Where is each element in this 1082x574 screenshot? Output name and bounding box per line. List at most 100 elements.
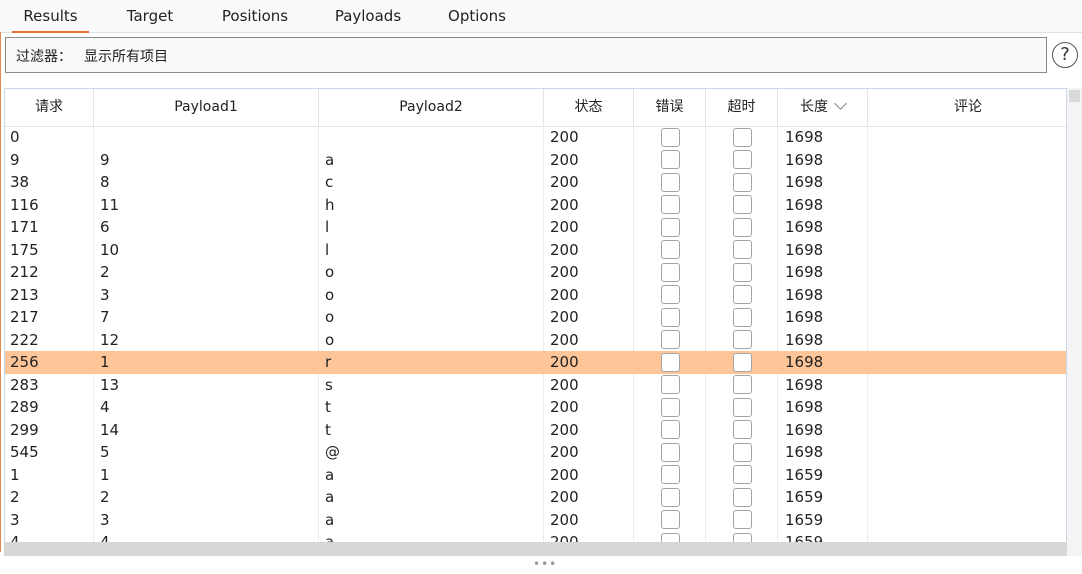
vertical-scrollbar[interactable]: [1067, 88, 1082, 556]
tab-payloads[interactable]: Payloads: [326, 0, 410, 32]
cell-payload2: c: [325, 173, 334, 191]
table-row[interactable]: 38 8 c 200 1698: [5, 171, 1066, 194]
error-checkbox[interactable]: [661, 195, 680, 214]
error-checkbox[interactable]: [661, 262, 680, 282]
help-icon[interactable]: ?: [1052, 42, 1078, 68]
table-row[interactable]: 299 14 t 200 1698: [5, 419, 1066, 442]
error-checkbox[interactable]: [661, 127, 680, 147]
timeout-checkbox[interactable]: [733, 487, 752, 507]
table-row[interactable]: 116 11 h 200 1698: [5, 194, 1066, 217]
cell-length: 1659: [785, 465, 824, 484]
error-checkbox[interactable]: [661, 397, 680, 417]
tab-options[interactable]: Options: [438, 0, 516, 32]
cell-request: 1: [10, 465, 20, 484]
table-row[interactable]: 0 200 1698: [5, 126, 1066, 149]
error-checkbox[interactable]: [661, 307, 680, 327]
cell-payload2: o: [325, 285, 335, 304]
cell-payload1: 1: [100, 465, 110, 484]
sort-descending-icon: [834, 97, 847, 110]
scroll-up-icon[interactable]: [1069, 90, 1080, 102]
error-checkbox[interactable]: [661, 375, 680, 394]
table-row[interactable]: 175 10 l 200 1698: [5, 239, 1066, 262]
error-checkbox[interactable]: [661, 352, 680, 372]
cell-length: 1698: [785, 128, 824, 146]
cell-payload1: 10: [100, 240, 120, 259]
table-row[interactable]: 217 7 o 200 1698: [5, 306, 1066, 329]
col-header-timeout[interactable]: 超时: [706, 89, 778, 126]
table-row[interactable]: 222 12 o 200 1698: [5, 329, 1066, 352]
timeout-checkbox[interactable]: [733, 240, 752, 259]
tab-target[interactable]: Target: [112, 0, 188, 32]
col-header-request[interactable]: 请求: [5, 89, 94, 126]
tab-results[interactable]: Results: [12, 0, 89, 33]
error-checkbox[interactable]: [661, 330, 680, 349]
timeout-checkbox[interactable]: [733, 352, 752, 372]
error-checkbox[interactable]: [661, 240, 680, 259]
timeout-checkbox[interactable]: [733, 262, 752, 282]
timeout-checkbox[interactable]: [733, 330, 752, 349]
cell-payload1: 6: [100, 218, 110, 236]
timeout-checkbox[interactable]: [733, 420, 752, 439]
cell-request: 545: [10, 443, 39, 461]
timeout-checkbox[interactable]: [733, 465, 752, 484]
col-header-comment[interactable]: 评论: [868, 89, 1066, 126]
resize-grip-icon[interactable]: •••: [533, 558, 557, 570]
col-header-payload1[interactable]: Payload1: [94, 89, 319, 126]
timeout-checkbox[interactable]: [733, 397, 752, 417]
table-row[interactable]: 256 1 r 200 1698: [5, 351, 1066, 374]
error-checkbox[interactable]: [661, 172, 680, 192]
cell-payload1: 14: [100, 420, 120, 439]
length-header-label: 长度: [800, 99, 828, 115]
error-checkbox[interactable]: [661, 510, 680, 529]
cell-payload2: s: [325, 375, 333, 394]
timeout-checkbox[interactable]: [733, 127, 752, 147]
timeout-checkbox[interactable]: [733, 375, 752, 394]
timeout-checkbox[interactable]: [733, 195, 752, 214]
table-row[interactable]: 9 9 a 200 1698: [5, 149, 1066, 172]
tab-positions[interactable]: Positions: [212, 0, 298, 32]
timeout-checkbox[interactable]: [733, 150, 752, 169]
cell-request: 283: [10, 375, 39, 394]
error-checkbox[interactable]: [661, 150, 680, 169]
panel-edge: [0, 32, 1, 552]
col-header-length[interactable]: 长度: [778, 89, 868, 126]
error-checkbox[interactable]: [661, 217, 680, 237]
error-checkbox[interactable]: [661, 487, 680, 507]
timeout-checkbox[interactable]: [733, 442, 752, 462]
cell-request: 299: [10, 420, 39, 439]
table-row[interactable]: 212 2 o 200 1698: [5, 261, 1066, 284]
timeout-checkbox[interactable]: [733, 172, 752, 192]
cell-request: 2: [10, 488, 20, 506]
table-row[interactable]: 1 1 a 200 1659: [5, 464, 1066, 487]
timeout-checkbox[interactable]: [733, 285, 752, 304]
table-row[interactable]: 289 4 t 200 1698: [5, 396, 1066, 419]
cell-status: 200: [550, 488, 579, 506]
cell-payload1: 2: [100, 263, 110, 281]
cell-status: 200: [550, 308, 579, 326]
cell-length: 1698: [785, 173, 824, 191]
col-header-error[interactable]: 错误: [634, 89, 706, 126]
col-header-payload2[interactable]: Payload2: [319, 89, 544, 126]
error-checkbox[interactable]: [661, 465, 680, 484]
table-row[interactable]: 2 2 a 200 1659: [5, 486, 1066, 509]
table-row[interactable]: 3 3 a 200 1659: [5, 509, 1066, 532]
error-checkbox[interactable]: [661, 420, 680, 439]
table-row[interactable]: 213 3 o 200 1698: [5, 284, 1066, 307]
table-row[interactable]: 171 6 l 200 1698: [5, 216, 1066, 239]
timeout-checkbox[interactable]: [733, 510, 752, 529]
table-row[interactable]: 283 13 s 200 1698: [5, 374, 1066, 397]
horizontal-scrollbar[interactable]: [4, 542, 1067, 556]
timeout-checkbox[interactable]: [733, 217, 752, 237]
cell-payload1: 5: [100, 443, 110, 461]
col-header-status[interactable]: 状态: [544, 89, 634, 126]
error-checkbox[interactable]: [661, 442, 680, 462]
filter-bar[interactable]: 过滤器： 显示所有项目: [5, 37, 1047, 73]
timeout-checkbox[interactable]: [733, 307, 752, 327]
tab-bar: Results Target Positions Payloads Option…: [0, 0, 1082, 33]
cell-request: 213: [10, 285, 39, 304]
cell-payload2: o: [325, 330, 335, 349]
table-row[interactable]: 545 5 @200 1698: [5, 441, 1066, 464]
error-checkbox[interactable]: [661, 285, 680, 304]
cell-payload2: r: [325, 353, 332, 371]
cell-status: 200: [550, 510, 579, 529]
